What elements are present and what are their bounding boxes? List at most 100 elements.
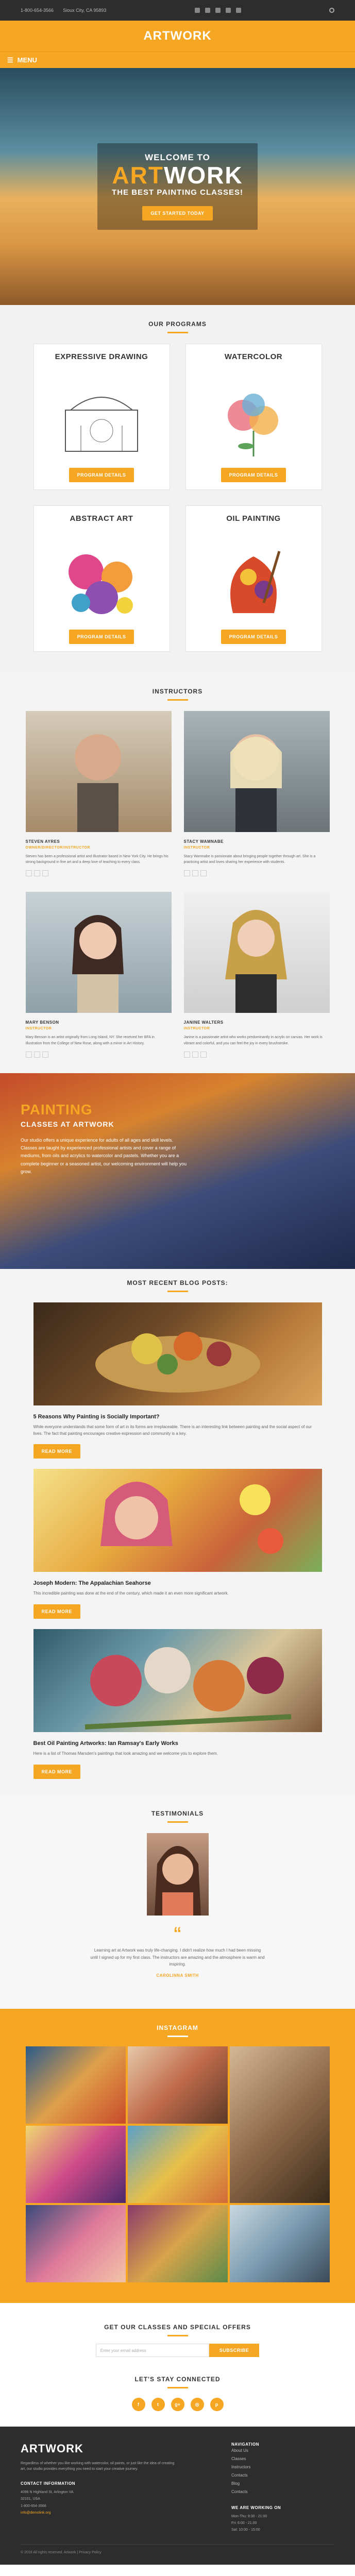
- blog-post: Best Oil Painting Artworks: Ian Ramsay's…: [33, 1629, 322, 1779]
- instagram-icon[interactable]: ◎: [190, 2397, 204, 2411]
- footer: ARTWORK Regardless of whether you like w…: [0, 2426, 355, 2565]
- instagram-photo[interactable]: [229, 2205, 330, 2282]
- instagram-photo[interactable]: [127, 2205, 228, 2282]
- contact-phone[interactable]: 1-800-654-3566: [21, 2503, 180, 2510]
- program-details-button[interactable]: PROGRAM DETAILS: [221, 468, 286, 482]
- instructor-role: INSTRUCTOR: [25, 1027, 52, 1031]
- instagram-icon[interactable]: [225, 8, 231, 13]
- instructor-card: STACY WAMNABE INSTRUCTOR Stacy Wamnabe i…: [183, 711, 330, 877]
- address-text: Sioux City, CA 95893: [63, 8, 107, 13]
- connect-title: LET'S STAY CONNECTED: [0, 2370, 355, 2388]
- instructors-title: INSTRUCTORS: [0, 683, 355, 701]
- instagram-icon[interactable]: [42, 1051, 48, 1058]
- twitter-icon[interactable]: [33, 870, 40, 877]
- hours-line: Sat: 10:00 - 15:00: [231, 2528, 260, 2532]
- blog-post-excerpt: Here is a list of Thomas Marsden's paint…: [33, 1751, 218, 1756]
- hours-line: Mon-Thu: 9:30 - 21:00: [231, 2514, 267, 2518]
- twitter-icon[interactable]: [192, 1051, 198, 1058]
- instagram-icon[interactable]: [200, 1051, 207, 1058]
- testimonial-avatar: [146, 1833, 209, 1916]
- nav-title: NAVIGATION: [231, 2442, 260, 2447]
- program-title: EXPRESSIVE DRAWING: [55, 352, 148, 361]
- instructor-photo: [25, 711, 172, 832]
- program-details-button[interactable]: PROGRAM DETAILS: [69, 468, 134, 482]
- instagram-photo[interactable]: [25, 2046, 126, 2124]
- footer-nav-link[interactable]: Instructors: [231, 2463, 334, 2471]
- footer-nav-link[interactable]: Classes: [231, 2455, 334, 2463]
- top-social-icons: [194, 8, 241, 13]
- instructor-card: STEVEN AYRES OWNER/DIRECTOR/INSTRUCTOR S…: [25, 711, 172, 877]
- blog-title: MOST RECENT BLOG POSTS:: [0, 1274, 355, 1292]
- blog-post-image[interactable]: [33, 1302, 322, 1405]
- facebook-icon[interactable]: [25, 1051, 32, 1058]
- testimonials-section: TESTIMONIALS “ Learning art at Artwork w…: [0, 1794, 355, 2009]
- footer-nav-link[interactable]: Contacts: [231, 2488, 334, 2496]
- twitter-icon[interactable]: t: [151, 2397, 165, 2411]
- footer-nav-link[interactable]: Contacts: [231, 2471, 334, 2480]
- twitter-icon[interactable]: [33, 1051, 40, 1058]
- hero-tagline: THE BEST PAINTING CLASSES!: [112, 188, 243, 197]
- footer-brand[interactable]: ARTWORK: [21, 2442, 180, 2455]
- instagram-photo[interactable]: [229, 2046, 330, 2203]
- abstract-illustration: [50, 541, 153, 623]
- instagram-photo[interactable]: [25, 2125, 126, 2203]
- instructor-role: INSTRUCTOR: [183, 846, 210, 850]
- blog-post-title[interactable]: Best Oil Painting Artworks: Ian Ramsay's…: [33, 1740, 322, 1747]
- subscribe-title: GET OUR CLASSES AND SPECIAL OFFERS: [0, 2318, 355, 2336]
- programs-section: OUR PROGRAMS EXPRESSIVE DRAWING PROGRAM …: [0, 305, 355, 672]
- pinterest-icon[interactable]: [235, 8, 241, 13]
- read-more-button[interactable]: READ MORE: [33, 1604, 81, 1619]
- painting-classes-banner: PAINTING CLASSES AT ARTWORK Our studio o…: [0, 1073, 355, 1269]
- copyright: © 2016 All rights reserved. Artwork | Pr…: [21, 2544, 334, 2554]
- contact-email[interactable]: info@demolink.org: [21, 2510, 180, 2516]
- instructor-card: MARY BENSON INSTRUCTOR Mary Benson is an…: [25, 892, 172, 1058]
- facebook-icon[interactable]: [183, 1051, 190, 1058]
- blog-post-title[interactable]: Joseph Modern: The Appalachian Seahorse: [33, 1580, 322, 1586]
- pinterest-icon[interactable]: p: [210, 2397, 224, 2411]
- search-icon[interactable]: [329, 8, 334, 13]
- email-field[interactable]: Enter your email address: [95, 2343, 209, 2357]
- program-card: OIL PAINTING PROGRAM DETAILS: [185, 505, 322, 652]
- facebook-icon[interactable]: [205, 8, 210, 13]
- subscribe-button[interactable]: SUBSCRIBE: [209, 2343, 260, 2357]
- blog-post-title[interactable]: 5 Reasons Why Painting is Socially Impor…: [33, 1414, 322, 1420]
- instructor-photo: [25, 892, 172, 1013]
- menu-toggle[interactable]: ☰ MENU: [0, 52, 355, 68]
- instagram-icon[interactable]: [200, 870, 207, 877]
- program-details-button[interactable]: PROGRAM DETAILS: [69, 630, 134, 644]
- blog-post-image[interactable]: [33, 1469, 322, 1572]
- brand-logo[interactable]: ARTWORK: [0, 21, 355, 52]
- google-plus-icon[interactable]: g+: [171, 2397, 184, 2411]
- programs-title: OUR PROGRAMS: [0, 315, 355, 333]
- google-plus-icon[interactable]: [215, 8, 221, 13]
- instagram-photo[interactable]: [25, 2205, 126, 2282]
- blog-post: Joseph Modern: The Appalachian Seahorse …: [33, 1469, 322, 1619]
- instructors-section: INSTRUCTORS STEVEN AYRES OWNER/DIRECTOR/…: [0, 672, 355, 1073]
- testimonial-text: Learning art at Artwork was truly life-c…: [90, 1947, 265, 1967]
- facebook-icon[interactable]: f: [131, 2397, 145, 2411]
- watercolor-illustration: [202, 379, 305, 462]
- instructor-name: JANINE WALTERS: [183, 1020, 224, 1025]
- program-details-button[interactable]: PROGRAM DETAILS: [221, 630, 286, 644]
- facebook-icon[interactable]: [25, 870, 32, 877]
- get-started-button[interactable]: GET STARTED TODAY: [142, 206, 213, 221]
- read-more-button[interactable]: READ MORE: [33, 1444, 81, 1459]
- top-bar: 1-800-654-3566 Sioux City, CA 95893: [0, 0, 355, 21]
- contact-line: 4096 N Highland St, Arlington VA: [21, 2490, 74, 2495]
- instructor-photo: [183, 711, 330, 832]
- instagram-icon[interactable]: [42, 870, 48, 877]
- footer-nav-link[interactable]: About Us: [231, 2447, 334, 2455]
- read-more-button[interactable]: READ MORE: [33, 1764, 81, 1779]
- instagram-photo[interactable]: [127, 2125, 228, 2203]
- twitter-icon[interactable]: [194, 8, 200, 13]
- testimonial-author: CAROLINNA SMITH: [156, 1973, 199, 1978]
- painting-subtitle: CLASSES AT ARTWORK: [21, 1120, 114, 1128]
- instagram-photo[interactable]: [127, 2046, 228, 2124]
- facebook-icon[interactable]: [183, 870, 190, 877]
- hero-banner: WELCOME TO ARTWORK THE BEST PAINTING CLA…: [0, 68, 355, 305]
- program-card: EXPRESSIVE DRAWING PROGRAM DETAILS: [33, 344, 170, 490]
- footer-nav-link[interactable]: Blog: [231, 2480, 334, 2488]
- blog-post-image[interactable]: [33, 1629, 322, 1733]
- twitter-icon[interactable]: [192, 870, 198, 877]
- phone-text[interactable]: 1-800-654-3566: [21, 8, 54, 13]
